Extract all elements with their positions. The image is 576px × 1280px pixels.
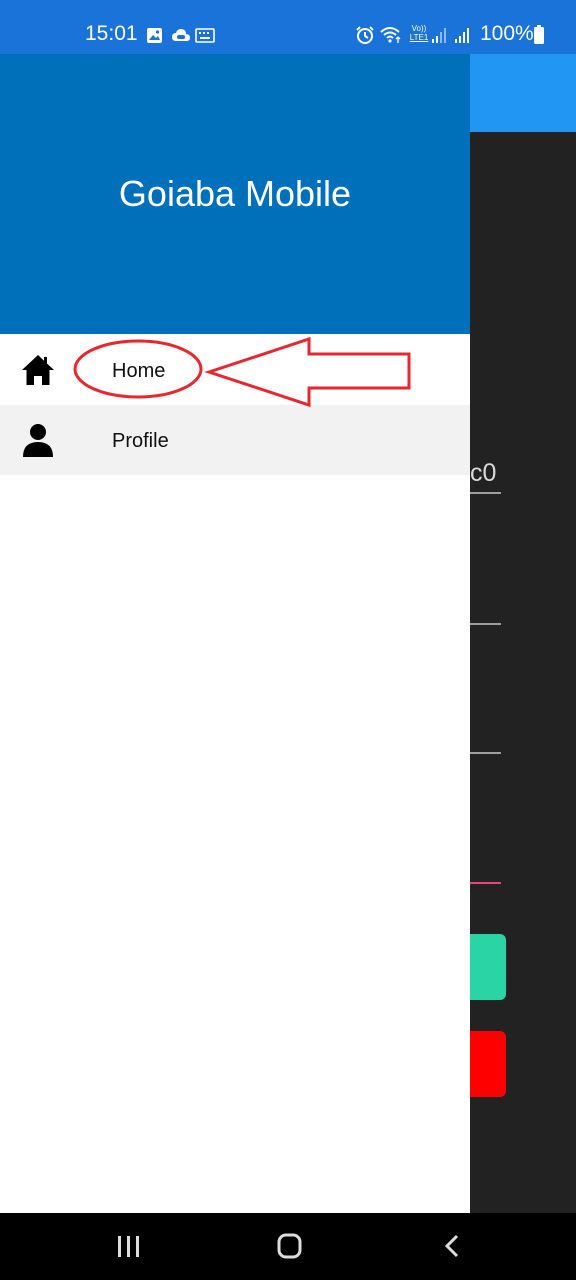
recent-apps-icon [118,1236,139,1257]
volte-top-text: Vo)) [411,24,427,33]
drawer-item-label: Profile [112,430,169,452]
status-time: 15:01 [85,22,138,45]
alarm-icon [356,26,374,44]
drawer-title: Goiaba Mobile [118,173,352,214]
person-icon [23,424,53,457]
app-toolbar [470,54,576,132]
drawer-item-profile[interactable]: Profile [0,405,470,475]
battery-icon [534,25,544,44]
drawer-header: Goiaba Mobile [0,54,470,334]
screen: 15:01 Vo)) LTE1 100% c0 Goiaba Mobile Ho… [0,0,576,1280]
wifi-icon [380,27,401,43]
input-underline [470,623,501,625]
recent-apps-button[interactable] [88,1213,168,1280]
back-icon [444,1234,459,1258]
navigation-drawer: Goiaba Mobile Home Profile [0,54,470,1213]
status-bar: 15:01 Vo)) LTE1 100% [0,0,576,54]
keyboard-icon [195,28,215,43]
input-underline [470,492,501,494]
image-icon [147,28,162,43]
drawer-item-home[interactable]: Home [0,335,470,405]
signal-icon [455,28,469,43]
home-button[interactable] [249,1213,329,1280]
volte-icon: Vo)) LTE1 [408,24,430,42]
volte-bottom-text: LTE1 [409,33,429,42]
system-nav-bar [0,1213,576,1280]
input-underline-focused [470,882,501,884]
battery-percent: 100% [480,22,534,45]
home-circle-icon [277,1233,302,1259]
confirm-button[interactable] [470,934,506,1000]
signal-icon [432,28,446,43]
cloud-game-icon [172,29,190,41]
back-button[interactable] [412,1213,492,1280]
input-underline [470,752,501,754]
home-icon [22,355,54,385]
drawer-item-label: Home [112,360,166,382]
partial-input-text[interactable]: c0 [470,458,496,488]
cancel-button[interactable] [470,1031,506,1097]
